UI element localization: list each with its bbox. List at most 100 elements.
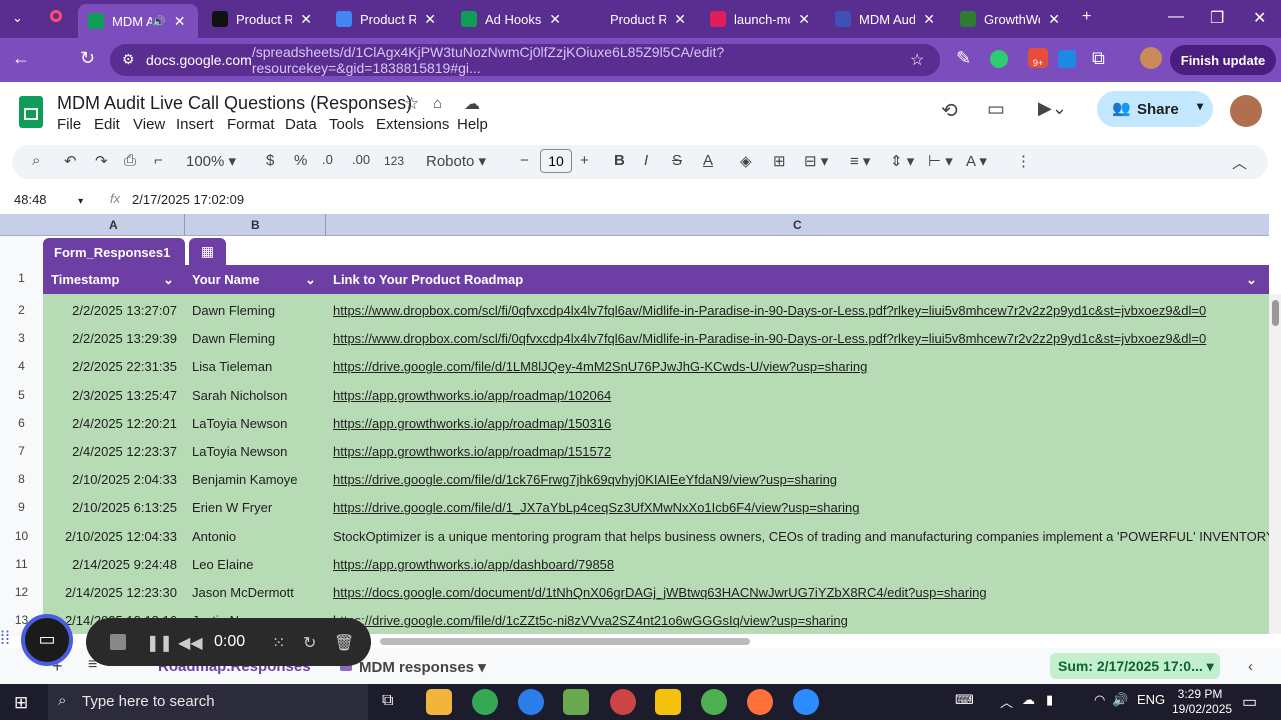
menu-view[interactable]: View bbox=[133, 116, 165, 133]
sticky-notes-icon[interactable] bbox=[655, 689, 681, 715]
column-header-b[interactable]: B bbox=[251, 218, 260, 232]
app-stack-icon[interactable] bbox=[563, 689, 589, 715]
row-number[interactable]: 1 bbox=[0, 271, 43, 285]
browser-tab[interactable]: Ad Hooks a ✕ bbox=[451, 4, 571, 34]
document-title[interactable]: MDM Audit Live Call Questions (Responses… bbox=[57, 93, 412, 114]
keyboard-icon[interactable]: ⌨ bbox=[955, 692, 974, 708]
trash-icon[interactable]: 🗑 bbox=[334, 633, 354, 653]
fill-color-icon[interactable]: ◈ bbox=[740, 152, 752, 170]
cloud-icon[interactable]: ☁ bbox=[1022, 692, 1035, 708]
cell-link[interactable]: https://drive.google.com/file/d/1cZZt5c-… bbox=[333, 613, 1269, 628]
menu-format[interactable]: Format bbox=[227, 116, 275, 133]
grid-icon[interactable]: ⁙ bbox=[272, 633, 285, 653]
notifications-icon[interactable]: ▭ bbox=[1242, 692, 1257, 712]
minimize-button[interactable]: — bbox=[1168, 8, 1184, 26]
table-name-chip[interactable]: Form_Responses1 ⌄ bbox=[43, 238, 185, 275]
extensions-puzzle-icon[interactable]: ⧉ bbox=[1092, 48, 1105, 69]
task-view-icon[interactable]: ⧉ bbox=[382, 692, 393, 710]
maximize-button[interactable]: ❐ bbox=[1210, 8, 1224, 28]
text-rotation-icon[interactable]: A ▾ bbox=[966, 152, 987, 170]
restart-icon[interactable]: ↻ bbox=[303, 633, 316, 653]
app-paint-icon[interactable] bbox=[610, 689, 636, 715]
cell-name[interactable]: Lisa Tieleman bbox=[192, 359, 272, 374]
name-box-dropdown-icon[interactable]: ▾ bbox=[78, 196, 83, 207]
cell-timestamp[interactable]: 2/2/2025 22:31:35 bbox=[43, 359, 177, 374]
system-clock[interactable]: 3:29 PM 19/02/2025 bbox=[1172, 687, 1232, 717]
cell-link[interactable]: https://app.growthworks.io/app/dashboard… bbox=[333, 557, 1269, 572]
drag-handle-icon[interactable]: ⁞⁞ bbox=[0, 628, 10, 649]
tab-close-icon[interactable]: ✕ bbox=[300, 11, 312, 28]
sheet-tab-mdm-responses[interactable]: MDM responses ▾ bbox=[359, 658, 486, 676]
version-history-icon[interactable]: ⟲ bbox=[941, 98, 958, 123]
tab-close-icon[interactable]: ✕ bbox=[424, 11, 436, 28]
percent-format-button[interactable]: % bbox=[294, 152, 307, 169]
row-number[interactable]: 12 bbox=[0, 585, 43, 599]
back-arrow-icon[interactable]: ← bbox=[12, 48, 30, 69]
tab-search-icon[interactable]: ⌄ bbox=[12, 10, 23, 26]
redo-icon[interactable]: ↷ bbox=[95, 152, 108, 170]
language-indicator[interactable]: ENG bbox=[1137, 692, 1165, 707]
menu-data[interactable]: Data bbox=[285, 116, 317, 133]
header-your-name[interactable]: Your Name bbox=[192, 272, 260, 287]
file-explorer-icon[interactable] bbox=[426, 689, 452, 715]
cell-name[interactable]: LaToyia Newson bbox=[192, 416, 287, 431]
row-number[interactable]: 4 bbox=[0, 359, 43, 373]
cell-timestamp[interactable]: 2/4/2025 12:23:37 bbox=[43, 444, 177, 459]
cell-name[interactable]: Dawn Fleming bbox=[192, 303, 275, 318]
header-filter-icon[interactable]: ⌄ bbox=[1246, 272, 1257, 288]
browser-tab[interactable]: Product Ro ✕ bbox=[202, 4, 322, 34]
horizontal-align-icon[interactable]: ≡ ▾ bbox=[850, 152, 870, 170]
column-header-c[interactable]: C bbox=[793, 218, 802, 232]
cell-name[interactable]: LaToyia Newson bbox=[192, 444, 287, 459]
font-select[interactable]: Roboto ▾ bbox=[426, 152, 486, 170]
recording-dot-icon[interactable] bbox=[50, 10, 62, 22]
wifi-icon[interactable]: ◠ bbox=[1094, 692, 1105, 708]
menu-extensions[interactable]: Extensions bbox=[376, 116, 449, 133]
text-wrap-icon[interactable]: ⊢ ▾ bbox=[928, 152, 953, 170]
cell-link[interactable]: https://app.growthworks.io/app/roadmap/1… bbox=[333, 444, 1269, 459]
battery-icon[interactable]: ▮ bbox=[1046, 692, 1053, 708]
cell-link[interactable]: https://www.dropbox.com/scl/fi/0qfvxcdp4… bbox=[333, 303, 1269, 318]
vertical-scrollbar[interactable] bbox=[1269, 294, 1281, 634]
row-number[interactable]: 2 bbox=[0, 303, 43, 317]
cell-timestamp[interactable]: 2/10/2025 12:04:33 bbox=[43, 529, 177, 544]
cell-link[interactable]: https://app.growthworks.io/app/roadmap/1… bbox=[333, 416, 1269, 431]
header-roadmap-link[interactable]: Link to Your Product Roadmap bbox=[333, 272, 523, 287]
tab-close-icon[interactable]: ✕ bbox=[1048, 11, 1060, 28]
merge-cells-icon[interactable]: ⊟ ▾ bbox=[804, 152, 828, 170]
cell-link[interactable]: https://www.dropbox.com/scl/fi/0qfvxcdp4… bbox=[333, 331, 1269, 346]
italic-button[interactable]: I bbox=[644, 152, 648, 169]
menu-help[interactable]: Help bbox=[457, 116, 488, 133]
row-number[interactable]: 8 bbox=[0, 472, 43, 486]
header-filter-icon[interactable]: ⌄ bbox=[305, 272, 316, 288]
decrease-decimal-button[interactable]: .0 bbox=[322, 152, 333, 167]
zoom-icon[interactable] bbox=[793, 689, 819, 715]
table-view-icon[interactable]: ▦ bbox=[189, 238, 226, 265]
cell-timestamp[interactable]: 2/3/2025 13:25:47 bbox=[43, 388, 177, 403]
text-color-button[interactable]: A bbox=[703, 152, 713, 169]
name-box[interactable]: 48:48 ▾ bbox=[14, 192, 83, 207]
browser-tab[interactable]: Product Ro ✕ bbox=[326, 4, 446, 34]
font-size-input[interactable]: 10 bbox=[540, 149, 572, 173]
more-formats-button[interactable]: 123 bbox=[384, 154, 404, 168]
tab-close-icon[interactable]: ✕ bbox=[674, 11, 686, 28]
profile-avatar[interactable] bbox=[1140, 47, 1162, 69]
cell-name[interactable]: Dawn Fleming bbox=[192, 331, 275, 346]
move-folder-icon[interactable]: ⌂ bbox=[433, 95, 442, 112]
sheets-logo-icon[interactable] bbox=[19, 96, 43, 128]
zoom-select[interactable]: 100% ▾ bbox=[186, 152, 236, 170]
cell-timestamp[interactable]: 2/2/2025 13:27:07 bbox=[43, 303, 177, 318]
menu-tools[interactable]: Tools bbox=[329, 116, 364, 133]
collapse-toolbar-icon[interactable]: ︿ bbox=[1232, 152, 1247, 173]
chrome-profile-icon[interactable] bbox=[701, 689, 727, 715]
new-tab-button[interactable]: + bbox=[1082, 8, 1091, 26]
cell-name[interactable]: Sarah Nicholson bbox=[192, 388, 287, 403]
extension-icon[interactable] bbox=[990, 50, 1008, 68]
selection-sum-chip[interactable]: Sum: 2/17/2025 17:0... ▾ bbox=[1050, 653, 1220, 679]
row-number[interactable]: 7 bbox=[0, 444, 43, 458]
cell-link[interactable]: https://app.growthworks.io/app/roadmap/1… bbox=[333, 388, 1269, 403]
cell-timestamp[interactable]: 2/14/2025 12:23:30 bbox=[43, 585, 177, 600]
extension-play-icon[interactable] bbox=[1058, 50, 1076, 68]
more-options-icon[interactable]: ⋮ bbox=[1016, 152, 1031, 170]
cell-name[interactable]: Jason McDermott bbox=[192, 585, 294, 600]
